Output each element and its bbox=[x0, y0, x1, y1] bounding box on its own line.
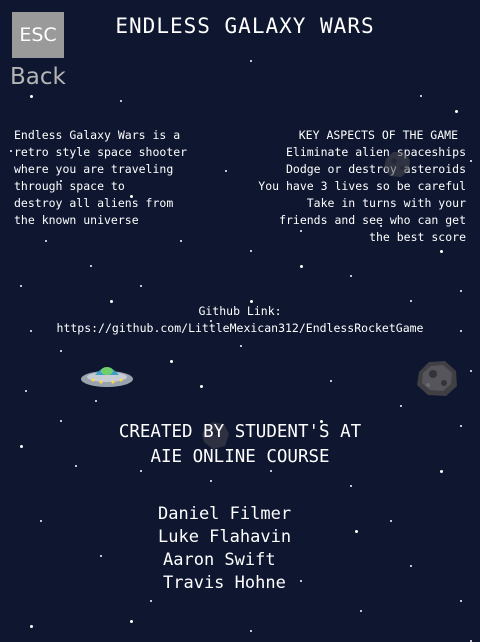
star bbox=[270, 470, 272, 472]
star bbox=[180, 240, 182, 242]
github-link[interactable]: https://github.com/LittleMexican312/Endl… bbox=[0, 321, 480, 335]
game-description: Endless Galaxy Wars is a retro style spa… bbox=[14, 128, 188, 227]
star bbox=[170, 360, 173, 363]
star bbox=[300, 265, 303, 268]
star bbox=[400, 405, 402, 407]
star bbox=[250, 300, 253, 303]
credits-heading: CREATED BY STUDENT'S AT AIE ONLINE COURS… bbox=[0, 420, 480, 470]
asteroid-icon bbox=[384, 152, 410, 177]
star bbox=[455, 110, 458, 113]
star bbox=[45, 240, 47, 242]
star bbox=[300, 580, 302, 582]
star bbox=[390, 520, 392, 522]
github-label: Github Link: bbox=[198, 304, 282, 318]
back-label: Back bbox=[10, 64, 66, 90]
aspect-line: Dodge or destroy asteroids bbox=[285, 162, 466, 176]
star bbox=[90, 265, 92, 267]
star bbox=[440, 250, 443, 253]
star bbox=[420, 95, 422, 97]
esc-button[interactable]: ESC bbox=[12, 12, 64, 58]
star bbox=[250, 250, 252, 252]
star bbox=[350, 485, 352, 487]
credit-name: Aaron Swift bbox=[163, 550, 276, 570]
ufo-icon bbox=[81, 367, 133, 387]
star bbox=[330, 380, 332, 382]
star bbox=[200, 385, 203, 388]
star bbox=[460, 290, 462, 292]
aspect-line: Take in turns with your bbox=[306, 196, 466, 210]
aspect-line: friends and see who can get bbox=[279, 213, 466, 227]
aspect-line: the best score bbox=[369, 230, 466, 244]
asteroid-icon bbox=[417, 361, 457, 396]
star bbox=[140, 285, 142, 287]
star bbox=[250, 630, 252, 632]
star bbox=[25, 390, 27, 392]
star bbox=[150, 600, 152, 602]
star bbox=[410, 565, 412, 567]
game-title: ENDLESS GALAXY WARS bbox=[115, 14, 375, 38]
key-aspects-panel: KEY ASPECTS OF THE GAME Eliminate alien … bbox=[206, 127, 466, 246]
star bbox=[440, 470, 443, 473]
star bbox=[30, 625, 33, 628]
star bbox=[100, 555, 102, 557]
star bbox=[40, 520, 42, 522]
star bbox=[95, 400, 97, 402]
star bbox=[410, 300, 412, 302]
star bbox=[60, 350, 62, 352]
star bbox=[130, 620, 133, 623]
star bbox=[120, 100, 122, 102]
star bbox=[460, 600, 462, 602]
credit-name: Daniel Filmer bbox=[158, 504, 292, 524]
credit-name: Luke Flahavin bbox=[158, 527, 292, 547]
star bbox=[140, 470, 142, 472]
credits-line: CREATED BY STUDENT'S AT bbox=[118, 422, 362, 442]
key-aspects-heading: KEY ASPECTS OF THE GAME bbox=[298, 128, 458, 142]
star bbox=[30, 95, 33, 98]
star bbox=[10, 150, 12, 152]
credits-line: AIE ONLINE COURSE bbox=[150, 447, 330, 467]
star bbox=[360, 610, 362, 612]
star bbox=[240, 345, 242, 347]
aspect-line: You have 3 lives so be careful bbox=[258, 179, 466, 193]
credit-name: Travis Hohne bbox=[163, 573, 286, 593]
star bbox=[470, 370, 472, 372]
star bbox=[470, 160, 472, 162]
star bbox=[355, 530, 358, 533]
aspect-line: Eliminate alien spaceships bbox=[285, 145, 466, 159]
star bbox=[350, 275, 352, 277]
star bbox=[110, 300, 113, 303]
star bbox=[250, 60, 252, 62]
star bbox=[210, 480, 212, 482]
star bbox=[20, 285, 22, 287]
